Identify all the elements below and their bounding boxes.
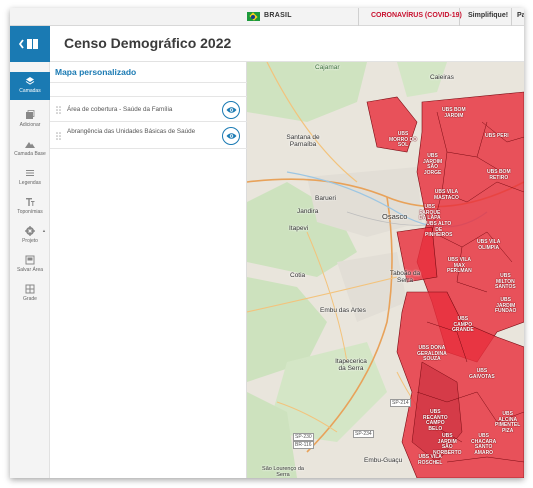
ubs-label: UBS MORRO DO SOL	[389, 131, 418, 148]
gear-icon	[25, 226, 35, 236]
rail-item-salvar-area[interactable]: Salvar Área	[10, 251, 50, 279]
place-label: Embu-Guaçu	[364, 457, 403, 464]
ubs-label: UBS BOM JARDIM	[442, 107, 466, 119]
add-layer-icon	[26, 110, 35, 119]
place-label: Embu das Artes	[320, 307, 366, 314]
panel-title: Mapa personalizado	[55, 67, 137, 77]
layer-item[interactable]: Abrangência das Unidades Básicas de Saúd…	[50, 123, 247, 149]
ubs-label: UBS CHACARA SANTO AMARO	[471, 433, 497, 456]
rail-label: Legendas	[19, 180, 41, 186]
map-canvas[interactable]: Cajamar Caieiras Santana de Parnaíba Bar…	[247, 62, 524, 478]
covid-link[interactable]: CORONAVÍRUS (COVID-19)	[371, 12, 462, 19]
govbar-divider	[511, 8, 512, 26]
place-label: São Lourenço da Serra	[262, 466, 304, 478]
divider	[50, 82, 247, 83]
govbar-divider	[358, 8, 359, 26]
ubs-label: UBS ALCINA PIMENTEL PIZA	[495, 411, 521, 434]
ubs-label: UBS JARDIM SÃO NORBERTO	[433, 433, 462, 456]
rail-label: Camada Base	[14, 151, 46, 157]
collapse-panel-button[interactable]	[10, 26, 50, 62]
brasil-link[interactable]: BRASIL	[264, 12, 292, 19]
rail-item-toponimias[interactable]: Toponímias	[10, 193, 50, 221]
ubs-label: UBS CAMPO GRANDE	[452, 316, 474, 333]
place-label: Osasco	[382, 212, 408, 221]
place-label: Itapevi	[289, 225, 309, 232]
ubs-label: UBS PARQUE DA LAPA	[419, 204, 441, 221]
layer-label: Abrangência das Unidades Básicas de Saúd…	[67, 128, 196, 135]
text-icon	[26, 198, 35, 206]
layer-item[interactable]: Área de cobertura - Saúde da Família	[50, 96, 247, 122]
legend-icon	[26, 170, 34, 176]
rail-item-camadas[interactable]: Camadas	[10, 72, 50, 100]
save-area-icon	[25, 255, 35, 265]
drag-handle-icon[interactable]	[56, 106, 61, 114]
rail-item-adicionar[interactable]: Adicionar	[10, 106, 50, 134]
rail-label: Projeto	[22, 238, 38, 244]
toggle-visibility-button[interactable]	[222, 101, 240, 119]
road-shield: SP-214	[390, 399, 411, 407]
eye-icon	[226, 107, 236, 113]
ubs-label: UBS VILA OLIMPIA	[477, 239, 501, 251]
govbar-divider	[459, 8, 460, 26]
rail-label: Toponímias	[17, 209, 43, 215]
ubs-label: UBS GAIVOTAS	[469, 368, 495, 380]
road-shield: SP-230	[293, 433, 314, 441]
rail-label: Adicionar	[19, 122, 41, 128]
ubs-label: UBS PERI	[485, 133, 509, 139]
layers-icon	[25, 77, 35, 85]
place-label: Taboão da Serra	[389, 270, 421, 284]
place-label: Santana de Parnaíba	[286, 134, 320, 148]
place-label: Jandira	[297, 208, 319, 215]
caret-icon: ▲	[42, 228, 46, 233]
ubs-label: UBS DONA GERALDINA SOUZA	[417, 345, 447, 362]
road-shield: BR-116	[293, 441, 314, 449]
map-base	[247, 62, 524, 478]
ubs-label: UBS JARDIM SÃO JORGE	[423, 153, 443, 176]
layers-panel: Mapa personalizado Área de cobertura - S…	[50, 62, 247, 478]
basemap-icon	[25, 142, 35, 148]
rail-label: Grade	[23, 296, 37, 302]
rail-item-grade[interactable]: Grade	[10, 280, 50, 308]
rail-label: Salvar Área	[16, 267, 44, 273]
ubs-label: UBS VILA ROSCHEL	[418, 454, 443, 466]
toggle-visibility-button[interactable]	[222, 127, 240, 145]
app-window: BRASIL CORONAVÍRUS (COVID-19) Simplifiqu…	[10, 8, 524, 478]
layer-label: Área de cobertura - Saúde da Família	[67, 106, 173, 113]
ubs-label: UBS MILTON SANTOS	[495, 273, 516, 290]
place-label: Itapecerica da Serra	[335, 358, 367, 372]
eye-icon	[226, 133, 236, 139]
drag-handle-icon[interactable]	[56, 132, 61, 140]
ubs-label: UBS ALTO DE PINHEIROS	[425, 221, 453, 238]
ubs-label: UBS JARDIM FUNDAO	[495, 297, 517, 314]
rail-item-legendas[interactable]: Legendas	[10, 164, 50, 192]
road-shield: SP-234	[353, 430, 374, 438]
app-header: Censo Demográfico 2022	[10, 26, 524, 62]
ubs-label: UBS RECANTO CAMPO BELO	[423, 409, 448, 432]
government-bar: BRASIL CORONAVÍRUS (COVID-19) Simplifiqu…	[10, 8, 524, 26]
participe-link[interactable]: Pa	[517, 12, 524, 19]
simplifique-link[interactable]: Simplifique!	[468, 12, 508, 19]
place-label: Caieiras	[430, 74, 454, 81]
tool-rail: Camadas Adicionar Camada Base Legendas T…	[10, 62, 50, 478]
rail-label: Camadas	[19, 88, 41, 94]
rail-item-projeto[interactable]: Projeto ▲	[10, 222, 50, 250]
grid-icon	[25, 284, 35, 294]
ubs-label: UBS VILA MASTACO	[434, 189, 459, 201]
book-logo-icon	[19, 39, 38, 49]
place-label: Cotia	[290, 272, 306, 279]
place-label: Barueri	[315, 195, 336, 202]
page-title: Censo Demográfico 2022	[64, 35, 232, 51]
ubs-label: UBS BOM RETIRO	[487, 169, 511, 181]
brazil-flag-icon	[247, 12, 260, 21]
ubs-label: UBS VILA MAX PERLMAN	[447, 257, 472, 274]
place-label: Cajamar	[315, 64, 340, 71]
rail-item-camada-base[interactable]: Camada Base	[10, 135, 50, 163]
